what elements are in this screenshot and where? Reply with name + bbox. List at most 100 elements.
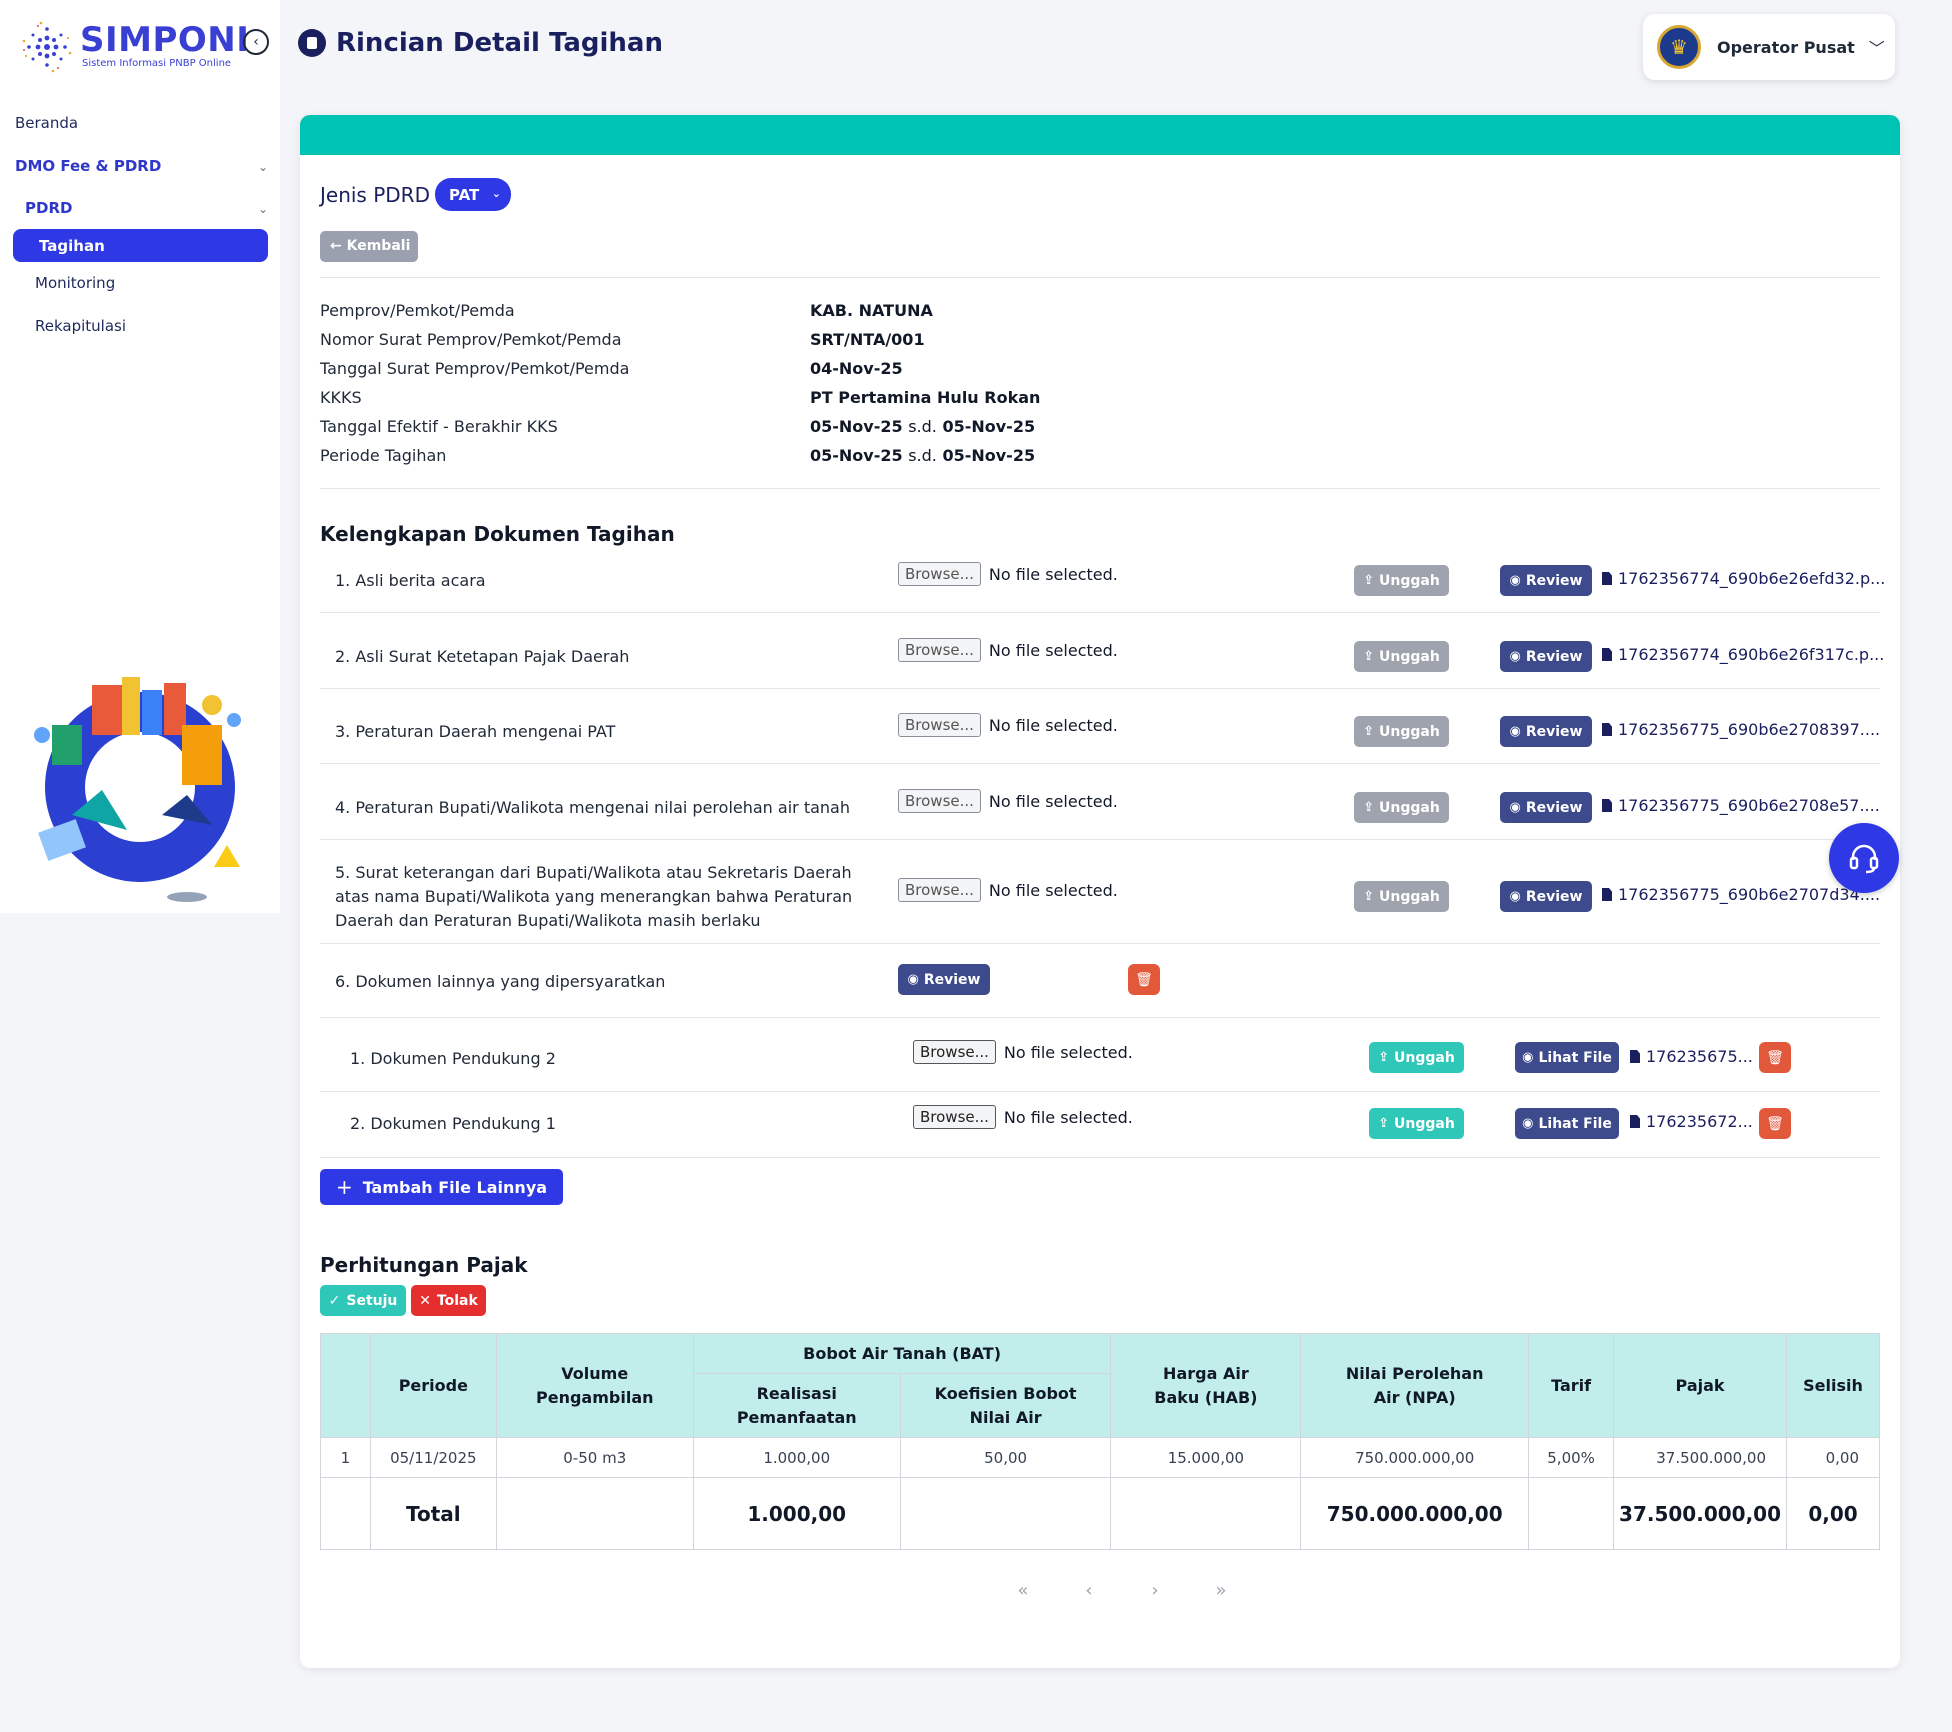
file-input[interactable]: Browse... No file selected. xyxy=(898,878,1118,902)
sidebar-item-beranda[interactable]: Beranda xyxy=(15,114,78,132)
file-link[interactable]: 1762356774_690b6e26f317c.p... xyxy=(1602,645,1884,664)
file-link[interactable]: 1762356775_690b6e2708397.... xyxy=(1602,720,1880,739)
jenis-pdrd-select[interactable]: PAT ⌄ xyxy=(435,178,511,211)
upload-button[interactable]: ⇪ Unggah xyxy=(1369,1108,1464,1139)
reject-button[interactable]: ✕ Tolak xyxy=(411,1285,486,1316)
review-button-label: Review xyxy=(1525,799,1583,816)
upload-icon: ⇪ xyxy=(1363,649,1375,664)
trash-icon: 🗑 xyxy=(1766,1049,1784,1066)
range-end: 05-Nov-25 xyxy=(942,446,1036,465)
review-button[interactable]: ◉ Review xyxy=(1500,716,1592,747)
upload-button-label: Unggah xyxy=(1379,799,1440,816)
review-button[interactable]: ◉ Review xyxy=(898,964,990,995)
file-status: No file selected. xyxy=(988,564,1118,584)
review-button[interactable]: ◉ Review xyxy=(1500,881,1592,912)
prev-page-button[interactable]: ‹ xyxy=(1056,1580,1122,1601)
approve-button[interactable]: ✓ Setuju xyxy=(320,1285,406,1316)
file-status: No file selected. xyxy=(988,640,1118,660)
sidebar-item-tagihan[interactable]: Tagihan xyxy=(13,229,268,262)
file-input[interactable]: Browse... No file selected. xyxy=(913,1040,1133,1064)
upload-button[interactable]: ⇪ Unggah xyxy=(1354,792,1449,823)
approve-button-label: Setuju xyxy=(346,1292,398,1309)
supporting-document-label: 1. Dokumen Pendukung 2 xyxy=(350,1049,556,1068)
file-input[interactable]: Browse... No file selected. xyxy=(898,789,1118,813)
review-button[interactable]: ◉ Review xyxy=(1500,641,1592,672)
total-selisih: 0,00 xyxy=(1786,1477,1880,1550)
user-name: Operator Pusat xyxy=(1717,37,1855,57)
add-file-button-label: Tambah File Lainnya xyxy=(362,1177,548,1197)
browse-button[interactable]: Browse... xyxy=(898,789,981,813)
file-link[interactable]: 1762356774_690b6e26efd32.p... xyxy=(1602,569,1885,588)
simponi-logo-icon xyxy=(22,21,72,73)
back-button[interactable]: ← Kembali xyxy=(320,231,418,262)
upload-icon: ⇪ xyxy=(1363,800,1375,815)
upload-button[interactable]: ⇪ Unggah xyxy=(1354,881,1449,912)
divider xyxy=(320,488,1880,489)
first-page-button[interactable]: « xyxy=(990,1580,1056,1601)
last-page-button[interactable]: » xyxy=(1188,1580,1254,1601)
eye-icon: ◉ xyxy=(1522,1050,1534,1065)
info-label: Tanggal Surat Pemprov/Pemkot/Pemda xyxy=(320,359,630,378)
file-input[interactable]: Browse... No file selected. xyxy=(913,1105,1133,1129)
collapse-sidebar-button[interactable]: ‹ xyxy=(243,29,269,55)
sidebar-item-monitoring[interactable]: Monitoring xyxy=(35,274,115,292)
delete-button[interactable]: 🗑 xyxy=(1128,964,1160,995)
file-input[interactable]: Browse... No file selected. xyxy=(898,713,1118,737)
table-header: Periode xyxy=(369,1333,497,1438)
file-name: 1762356775_690b6e2708e57.... xyxy=(1618,796,1880,815)
upload-button[interactable]: ⇪ Unggah xyxy=(1354,565,1449,596)
browse-button[interactable]: Browse... xyxy=(913,1105,996,1129)
review-button[interactable]: ◉ Review xyxy=(1500,792,1592,823)
reject-button-label: Tolak xyxy=(436,1292,478,1309)
view-file-button[interactable]: ◉ Lihat File xyxy=(1515,1042,1619,1073)
info-value: 04-Nov-25 xyxy=(810,359,903,378)
add-file-button[interactable]: + Tambah File Lainnya xyxy=(320,1169,563,1205)
upload-button[interactable]: ⇪ Unggah xyxy=(1354,641,1449,672)
browse-button[interactable]: Browse... xyxy=(898,638,981,662)
divider xyxy=(320,1017,1880,1018)
document-label: 5. Surat keterangan dari Bupati/Walikota… xyxy=(335,863,853,930)
kemenkeu-emblem-icon: ♛ xyxy=(1657,25,1701,69)
browse-button[interactable]: Browse... xyxy=(898,713,981,737)
upload-button[interactable]: ⇪ Unggah xyxy=(1354,716,1449,747)
file-link[interactable]: 1762356775_690b6e2708e57.... xyxy=(1602,796,1880,815)
help-chat-button[interactable] xyxy=(1829,823,1899,893)
review-button[interactable]: ◉ Review xyxy=(1500,565,1592,596)
cell-npa: 750.000.000,00 xyxy=(1300,1437,1530,1478)
delete-button[interactable]: 🗑 xyxy=(1759,1042,1791,1073)
browse-button[interactable]: Browse... xyxy=(898,878,981,902)
divider xyxy=(320,763,1880,764)
chevron-down-icon: ⌄ xyxy=(491,187,501,200)
eye-icon: ◉ xyxy=(1509,649,1521,664)
total-realisasi: 1.000,00 xyxy=(692,1477,901,1550)
sidebar-item-pdrd[interactable]: PDRD xyxy=(25,199,72,217)
total-pajak: 37.500.000,00 xyxy=(1613,1477,1788,1550)
document-label: 2. Asli Surat Ketetapan Pajak Daerah xyxy=(335,647,630,666)
chevron-down-icon: ﹀ xyxy=(1868,39,1885,58)
pagination: « ‹ › » xyxy=(990,1580,1254,1601)
table-header-no xyxy=(320,1333,371,1438)
info-label: Periode Tagihan xyxy=(320,446,447,465)
logo[interactable]: SIMPONI Sistem Informasi PNBP Online xyxy=(18,18,249,78)
browse-button[interactable]: Browse... xyxy=(913,1040,996,1064)
file-input[interactable]: Browse... No file selected. xyxy=(898,562,1118,586)
file-link[interactable]: 176235675... xyxy=(1630,1047,1753,1066)
browse-button[interactable]: Browse... xyxy=(898,562,981,586)
view-file-button[interactable]: ◉ Lihat File xyxy=(1515,1108,1619,1139)
divider xyxy=(320,612,1880,613)
file-input[interactable]: Browse... No file selected. xyxy=(898,638,1118,662)
chevron-down-icon: ⌄ xyxy=(258,202,269,216)
delete-button[interactable]: 🗑 xyxy=(1759,1108,1791,1139)
upload-button[interactable]: ⇪ Unggah xyxy=(1369,1042,1464,1073)
user-menu[interactable]: ♛ Operator Pusat ﹀ xyxy=(1643,14,1895,80)
divider xyxy=(320,688,1880,689)
file-link[interactable]: 1762356775_690b6e2707d34.... xyxy=(1602,885,1880,904)
sidebar-item-dmo-fee-pdrd[interactable]: DMO Fee & PDRD xyxy=(15,157,161,175)
divider xyxy=(320,1091,1880,1092)
sidebar-item-rekapitulasi[interactable]: Rekapitulasi xyxy=(35,317,126,335)
next-page-button[interactable]: › xyxy=(1122,1580,1188,1601)
info-label: Pemprov/Pemkot/Pemda xyxy=(320,301,515,320)
detail-card: Jenis PDRD PAT ⌄ ← Kembali Pemprov/Pemko… xyxy=(300,115,1900,1668)
file-icon xyxy=(1630,1050,1640,1063)
file-link[interactable]: 176235672... xyxy=(1630,1112,1753,1131)
